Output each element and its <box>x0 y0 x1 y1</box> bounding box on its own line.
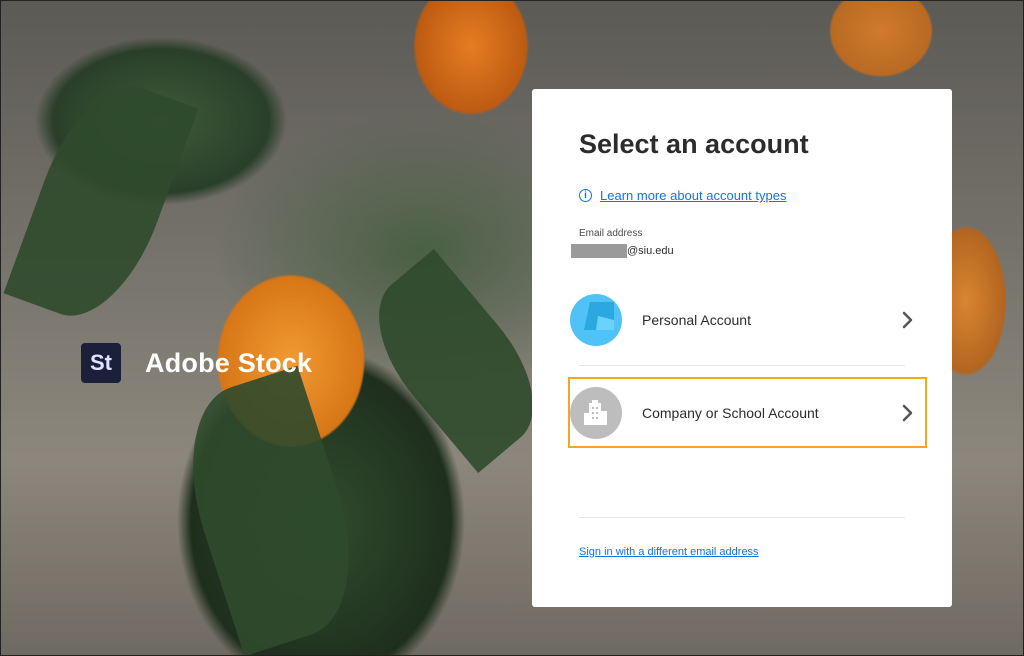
adobe-stock-logo: St <box>81 343 121 383</box>
page-title: Select an account <box>579 129 809 159</box>
redacted-username <box>571 244 627 258</box>
company-account-option[interactable]: Company or School Account <box>570 381 920 445</box>
divider <box>579 365 905 366</box>
email-value: @siu.edu <box>571 244 674 258</box>
divider <box>579 517 905 518</box>
chevron-right-icon <box>896 404 920 422</box>
email-domain: @siu.edu <box>627 245 674 257</box>
different-email-link[interactable]: Sign in with a different email address <box>579 546 759 558</box>
leaf-decoration <box>349 249 563 473</box>
background-photo: St Adobe Stock Select an account i Learn… <box>0 0 1024 656</box>
personal-account-option[interactable]: Personal Account <box>570 288 920 352</box>
account-select-card: Select an account i Learn more about acc… <box>532 89 952 607</box>
email-label: Email address <box>579 228 643 239</box>
company-account-label: Company or School Account <box>642 405 819 421</box>
brand-name: Adobe Stock <box>145 347 313 378</box>
leaf-decoration <box>164 365 378 655</box>
learn-more-link[interactable]: Learn more about account types <box>600 188 786 203</box>
chevron-right-icon <box>896 311 920 329</box>
learn-more-row: i Learn more about account types <box>579 188 786 203</box>
personal-account-icon <box>570 294 622 346</box>
building-icon <box>570 387 622 439</box>
leaf-decoration <box>3 67 199 335</box>
info-icon: i <box>579 189 592 202</box>
brand: St Adobe Stock <box>81 342 312 384</box>
personal-account-label: Personal Account <box>642 312 751 328</box>
